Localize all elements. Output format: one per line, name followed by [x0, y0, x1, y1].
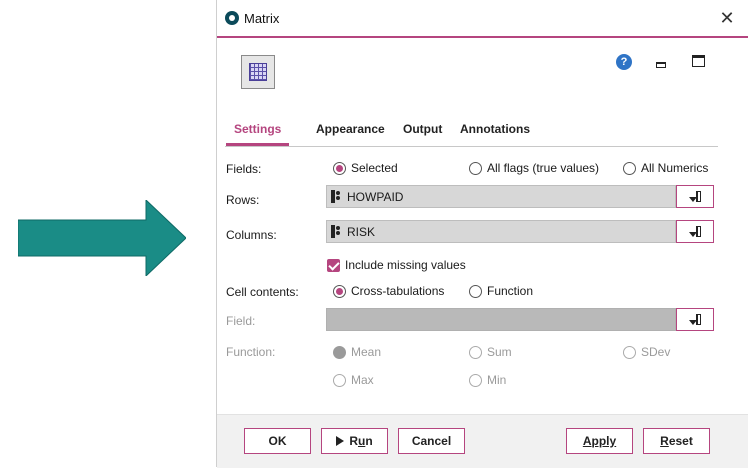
cross-tabulations-radio[interactable]: Cross-tabulations [333, 284, 444, 298]
radio-dot [333, 284, 346, 298]
run-label-mnemonic: u [357, 434, 366, 448]
tab-bar: Settings Appearance Output Annotations [225, 122, 718, 147]
function-label: Function: [226, 345, 276, 359]
field-picker-icon [689, 314, 701, 326]
app-icon [225, 11, 239, 25]
function-mean-radio: Mean [333, 345, 381, 359]
window-title: Matrix [244, 11, 280, 26]
run-label-prefix: R [349, 434, 358, 448]
rows-picker-button[interactable] [676, 185, 714, 208]
function-min-radio: Min [469, 373, 506, 387]
radio-dot [333, 161, 346, 175]
rows-field[interactable]: HOWPAID [326, 185, 676, 208]
radio-label: Function [487, 284, 534, 298]
function-sum-radio: Sum [469, 345, 512, 359]
radio-label: Min [487, 373, 507, 387]
cell-contents-label: Cell contents: [226, 285, 299, 299]
radio-label: Max [351, 373, 374, 387]
nominal-field-icon [331, 225, 341, 238]
cancel-button[interactable]: Cancel [398, 428, 465, 454]
function-max-radio: Max [333, 373, 374, 387]
radio-dot [469, 284, 482, 298]
radio-label: SDev [641, 345, 671, 359]
apply-label-mnemonic: A [582, 434, 592, 448]
reset-button[interactable]: Reset [643, 428, 710, 454]
apply-button[interactable]: Apply [566, 428, 633, 454]
checkbox-checked-icon [327, 258, 340, 272]
matrix-dialog: Matrix ✕ ? Settings Appearance Output An… [216, 0, 748, 468]
maximize-icon[interactable] [692, 55, 705, 67]
radio-label: All Numerics [641, 161, 709, 175]
matrix-node-icon [241, 55, 275, 89]
columns-picker-button[interactable] [676, 220, 714, 243]
field-picker-icon [689, 191, 701, 203]
radio-dot [469, 373, 482, 387]
minimize-icon[interactable] [656, 62, 666, 68]
pointer-arrow-icon [18, 200, 186, 276]
radio-dot [333, 373, 346, 387]
reset-label-suffix: eset [668, 434, 693, 448]
run-label-suffix: n [365, 434, 373, 448]
reset-label-mnemonic: R [660, 434, 669, 448]
radio-dot [469, 345, 482, 359]
help-icon[interactable]: ? [616, 54, 632, 70]
radio-label: Mean [351, 345, 382, 359]
ok-button[interactable]: OK [244, 428, 311, 454]
field-picker-button[interactable] [676, 308, 714, 331]
radio-label: All flags (true values) [487, 161, 600, 175]
run-button[interactable]: Run [321, 428, 388, 454]
radio-dot [333, 345, 346, 359]
play-icon [336, 436, 345, 446]
tab-appearance[interactable]: Appearance [316, 122, 385, 146]
tab-annotations[interactable]: Annotations [460, 122, 530, 146]
radio-dot [623, 345, 636, 359]
radio-label: Cross-tabulations [351, 284, 445, 298]
field-picker-icon [689, 226, 701, 238]
tab-output[interactable]: Output [403, 122, 442, 146]
radio-label: Sum [487, 345, 512, 359]
columns-label: Columns: [226, 228, 277, 242]
field-label: Field: [226, 314, 256, 328]
rows-value: HOWPAID [347, 189, 404, 204]
radio-dot [623, 161, 636, 175]
columns-field[interactable]: RISK [326, 220, 676, 243]
checkbox-label: Include missing values [345, 258, 466, 272]
nominal-field-icon [331, 190, 341, 203]
include-missing-checkbox[interactable]: Include missing values [327, 258, 466, 272]
field-selector [326, 308, 676, 331]
columns-value: RISK [347, 224, 376, 239]
fields-all-numerics-radio[interactable]: All Numerics [623, 161, 708, 175]
function-sdev-radio: SDev [623, 345, 670, 359]
fields-label: Fields: [226, 162, 262, 176]
radio-label: Selected [351, 161, 398, 175]
apply-label-suffix: pply [591, 434, 617, 448]
rows-label: Rows: [226, 193, 260, 207]
function-radio[interactable]: Function [469, 284, 533, 298]
title-bar: Matrix ✕ [217, 0, 748, 38]
fields-all-flags-radio[interactable]: All flags (true values) [469, 161, 599, 175]
tab-settings[interactable]: Settings [226, 122, 290, 146]
radio-dot [469, 161, 482, 175]
dialog-body [217, 38, 748, 467]
fields-selected-radio[interactable]: Selected [333, 161, 398, 175]
close-icon[interactable]: ✕ [715, 6, 739, 30]
